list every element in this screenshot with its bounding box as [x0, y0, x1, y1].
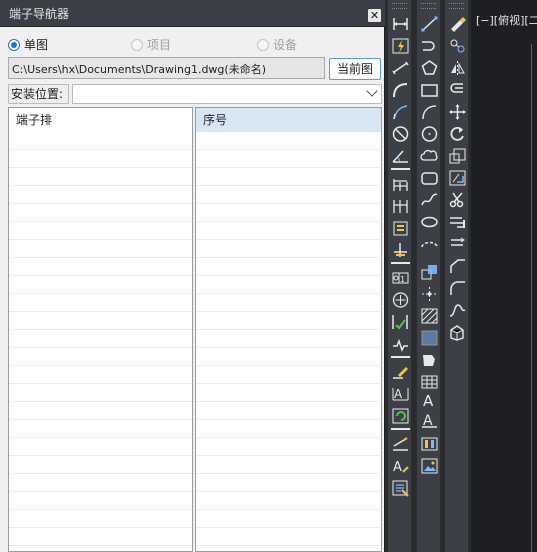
toolbar-separator [391, 168, 410, 170]
sequence-header[interactable]: 序号 [196, 108, 381, 132]
terminal-strip-rows [9, 132, 192, 551]
circle-no-icon[interactable] [390, 124, 411, 144]
radio-single-drawing[interactable]: 单图 [8, 36, 48, 53]
toolbar-grip[interactable] [449, 3, 464, 9]
attribute-icon[interactable] [419, 434, 440, 454]
dimension-break-icon[interactable] [390, 240, 411, 260]
modify-toolbar [444, 0, 469, 552]
break-icon[interactable] [447, 234, 468, 254]
dimension-space-icon[interactable] [390, 218, 411, 238]
drawing-canvas[interactable]: [−][俯视][二 [471, 0, 537, 552]
center-mark-icon[interactable] [390, 290, 411, 310]
chamfer-icon[interactable] [447, 256, 468, 276]
dimension-leader-icon[interactable] [390, 102, 411, 122]
region-icon[interactable] [419, 350, 440, 370]
radio-dot-icon [8, 38, 20, 51]
arc-icon[interactable] [419, 102, 440, 122]
terminal-navigator-panel: 端子导航器 ✕ 单图 项目 设备 C:\Users\hx\Documents\D… [0, 0, 385, 552]
toolbar-grip[interactable] [392, 3, 407, 9]
make-block-icon[interactable] [419, 262, 440, 282]
dimension-style-icon[interactable] [390, 434, 411, 454]
erase-icon[interactable] [447, 14, 468, 34]
inspection-icon[interactable] [390, 312, 411, 332]
dimension-baseline-icon[interactable] [390, 174, 411, 194]
svg-text:1: 1 [400, 275, 405, 284]
dimension-edit-icon[interactable] [390, 362, 411, 382]
dimension-aligned-icon[interactable] [390, 58, 411, 78]
drawing-frame-line [531, 44, 532, 552]
mirror-icon[interactable] [447, 58, 468, 78]
text-icon[interactable]: A [419, 410, 440, 430]
angle-icon[interactable] [390, 146, 411, 166]
drawing-path-field: C:\Users\hx\Documents\Drawing1.dwg(未命名) [8, 57, 325, 79]
panel-title: 端子导航器 [9, 7, 70, 21]
dimension-override-icon[interactable] [390, 478, 411, 498]
gradient-icon[interactable] [419, 328, 440, 348]
circle-icon[interactable] [419, 124, 440, 144]
dimension-continue-icon[interactable] [390, 196, 411, 216]
toolbar-grip[interactable] [421, 3, 436, 9]
panel-titlebar[interactable]: 端子导航器 ✕ [0, 0, 385, 27]
lightning-icon[interactable] [390, 36, 411, 56]
rotate-icon[interactable] [447, 124, 468, 144]
svg-text:A: A [394, 387, 403, 401]
insert-block-icon[interactable] [419, 234, 440, 254]
trim-icon[interactable] [447, 190, 468, 210]
chevron-down-icon[interactable] [366, 85, 378, 97]
scale-icon[interactable] [447, 146, 468, 166]
dimension-linear-icon[interactable] [390, 14, 411, 34]
point-icon[interactable] [419, 284, 440, 304]
tolerance-icon[interactable]: 1 [390, 268, 411, 288]
hatch-icon[interactable] [419, 306, 440, 326]
blend-icon[interactable] [447, 300, 468, 320]
move-icon[interactable] [447, 102, 468, 122]
offset-icon[interactable] [447, 80, 468, 100]
multiline-text-icon[interactable]: A [419, 390, 440, 410]
construction-line-icon[interactable] [419, 36, 440, 56]
radio-project[interactable]: 项目 [131, 36, 171, 53]
image-icon[interactable] [419, 456, 440, 476]
rectangle-icon[interactable] [419, 80, 440, 100]
radio-label: 项目 [147, 38, 172, 52]
close-icon[interactable]: ✕ [368, 9, 381, 22]
svg-text:A: A [423, 392, 434, 410]
dimension-update-icon[interactable] [390, 406, 411, 426]
ellipse-arc-icon[interactable] [419, 212, 440, 232]
revision-cloud-icon[interactable] [419, 146, 440, 166]
text-style-icon[interactable]: A [390, 456, 411, 476]
sequence-rows [196, 132, 381, 551]
svg-text:A: A [393, 460, 402, 475]
sequence-list[interactable]: 序号 [195, 107, 382, 552]
polygon-icon[interactable] [419, 58, 440, 78]
radio-dot-icon [131, 38, 143, 51]
extend-icon[interactable] [447, 212, 468, 232]
stretch-icon[interactable] [447, 168, 468, 188]
radio-label: 设备 [273, 38, 298, 52]
terminal-strip-list[interactable]: 端子排 [8, 107, 193, 552]
install-location-select[interactable] [72, 84, 382, 104]
table-icon[interactable] [419, 372, 440, 392]
radio-label: 单图 [24, 38, 49, 52]
copy-icon[interactable] [447, 36, 468, 56]
install-location-label: 安装位置: [8, 84, 69, 104]
arc-dimension-icon[interactable] [390, 80, 411, 100]
terminal-strip-header: 端子排 [16, 113, 53, 127]
current-drawing-button[interactable]: 当前图 [329, 58, 381, 80]
jogged-linear-icon[interactable] [390, 334, 411, 354]
dimension-toolbar: 1 A A [387, 0, 412, 552]
line-icon[interactable] [419, 14, 440, 34]
scope-radio-group: 单图 项目 设备 [0, 33, 385, 53]
draw-toolbar: AA [416, 0, 441, 552]
toolbar-separator [391, 262, 410, 264]
dimension-text-edit-icon[interactable]: A [390, 384, 411, 404]
ellipse-icon[interactable] [419, 190, 440, 210]
fillet-icon[interactable] [447, 278, 468, 298]
radio-device[interactable]: 设备 [257, 36, 297, 53]
viewport-controls-label[interactable]: [−][俯视][二 [476, 12, 537, 28]
spline-icon[interactable] [419, 168, 440, 188]
toolbar-separator [391, 356, 410, 358]
explode-icon[interactable] [447, 322, 468, 342]
toolbar-separator [391, 428, 410, 430]
radio-dot-icon [257, 38, 269, 51]
